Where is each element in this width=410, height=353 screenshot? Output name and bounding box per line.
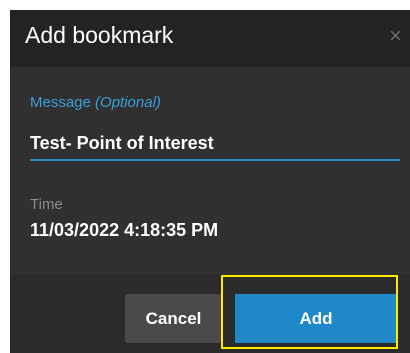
message-input[interactable] <box>30 123 400 161</box>
message-optional-hint: (Optional) <box>95 94 161 111</box>
dialog-title: Add bookmark <box>25 22 174 48</box>
cancel-button[interactable]: Cancel <box>125 294 222 343</box>
dialog-footer: Cancel Add <box>10 274 410 353</box>
add-bookmark-dialog: Add bookmark × Message (Optional) Time 1… <box>10 10 410 353</box>
time-value: 11/03/2022 4:18:35 PM <box>30 220 219 240</box>
message-label: Message (Optional) <box>30 94 161 111</box>
time-label: Time <box>30 196 63 213</box>
message-label-text: Message <box>30 94 96 111</box>
close-icon[interactable]: × <box>389 25 402 47</box>
add-button[interactable]: Add <box>235 294 397 343</box>
dialog-body: Message (Optional) Time 11/03/2022 4:18:… <box>10 67 410 274</box>
dialog-header: Add bookmark × <box>10 10 410 67</box>
